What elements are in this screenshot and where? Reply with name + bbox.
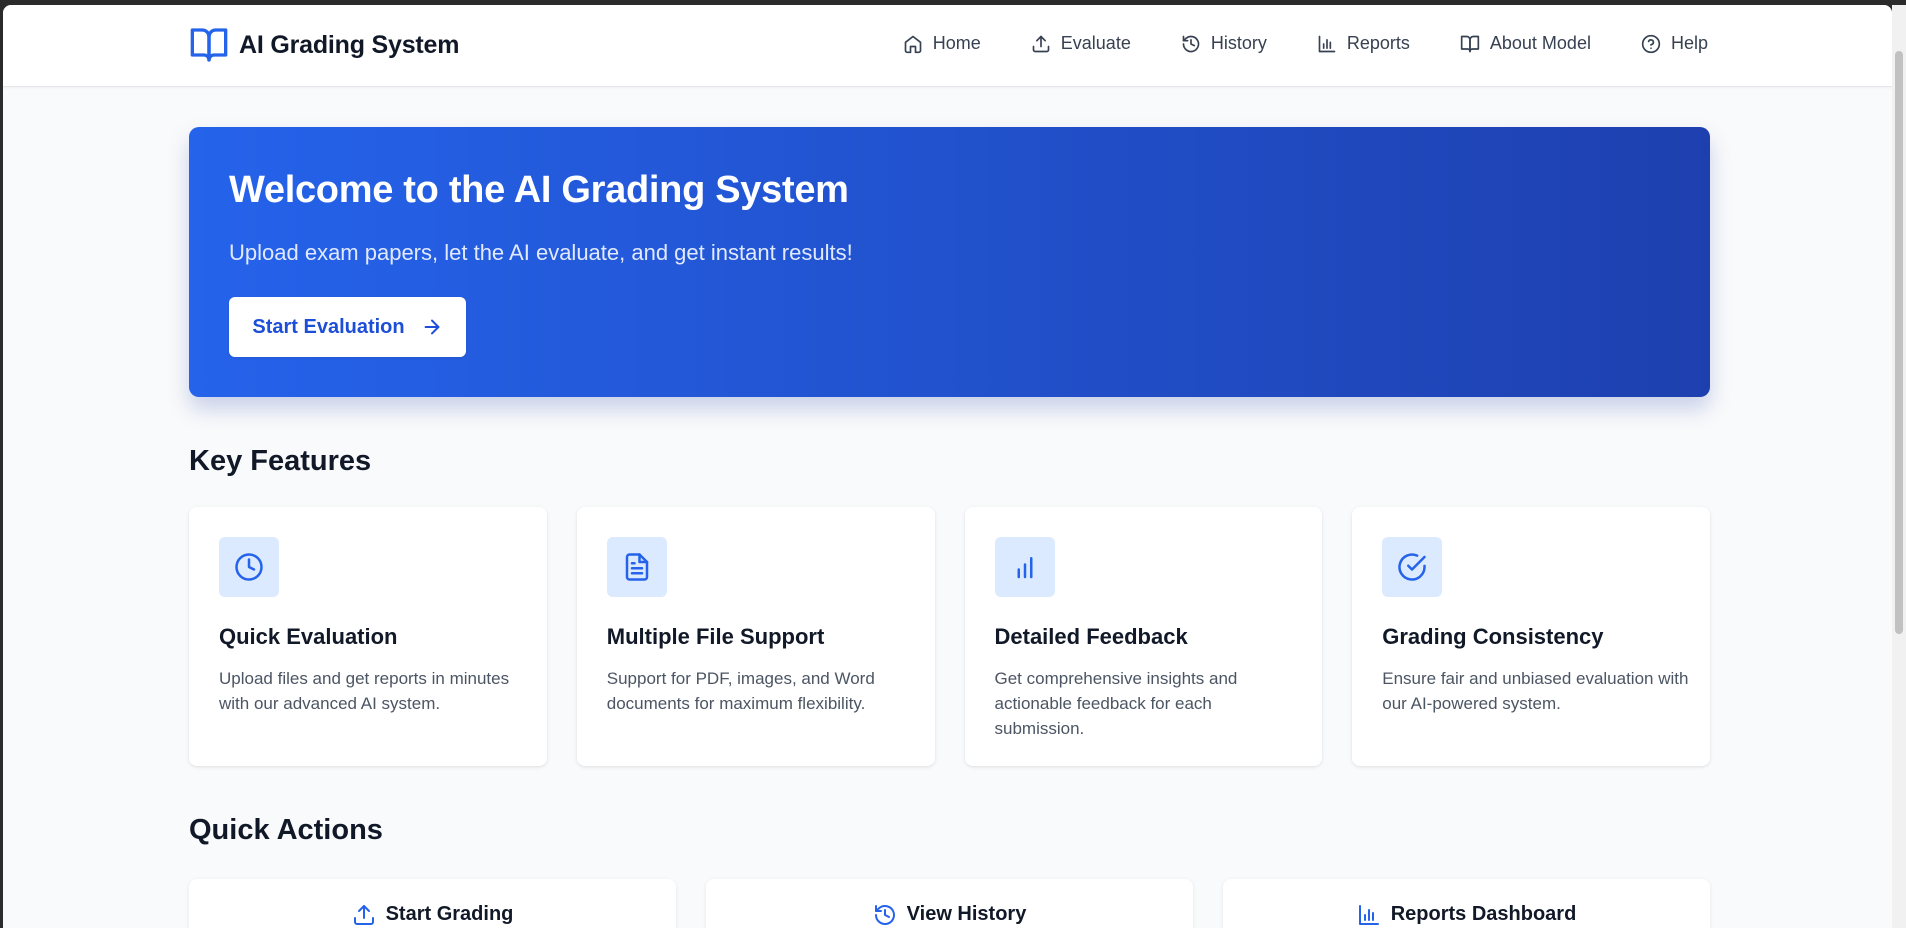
feature-icon-box [1382, 537, 1443, 597]
nav-label: Reports [1346, 33, 1410, 53]
browser-window: AI Grading System Home Evaluate History … [3, 5, 1892, 928]
scrollbar-thumb[interactable] [1895, 51, 1903, 634]
nav-item-home[interactable]: Home [903, 33, 981, 54]
main-nav: Home Evaluate History Reports About Mode… [903, 33, 1708, 54]
nav-label: Evaluate [1060, 33, 1131, 53]
brand[interactable]: AI Grading System [189, 25, 459, 65]
upload-icon [353, 905, 374, 925]
hero-title: Welcome to the AI Grading System [229, 169, 849, 211]
feature-card-multiple-file-support: Multiple File Support Support for PDF, i… [576, 507, 935, 766]
nav-item-help[interactable]: Help [1641, 33, 1708, 54]
feature-description: Support for PDF, images, and Word docume… [606, 669, 875, 713]
feature-card-detailed-feedback: Detailed Feedback Get comprehensive insi… [964, 507, 1323, 766]
feature-icon-box [606, 537, 667, 597]
quick-actions-title: Quick Actions [189, 814, 383, 846]
feature-description: Ensure fair and unbiased evaluation with… [1382, 669, 1689, 713]
start-evaluation-label: Start Evaluation [252, 315, 405, 338]
view-history-button[interactable]: View History [706, 879, 1193, 928]
home-icon [904, 35, 922, 53]
bar-chart-icon [1017, 557, 1032, 579]
file-text-icon [625, 553, 648, 581]
page-scrollbar[interactable] [1892, 5, 1906, 928]
reports-dashboard-button[interactable]: Reports Dashboard [1223, 879, 1710, 928]
feature-title: Detailed Feedback [994, 624, 1188, 649]
feature-description: Get comprehensive insights and actionabl… [994, 669, 1238, 738]
history-icon [1182, 35, 1200, 52]
bar-chart-icon [1318, 35, 1336, 52]
feature-card-quick-evaluation: Quick Evaluation Upload files and get re… [189, 507, 547, 766]
upload-icon [1032, 35, 1050, 52]
key-features-title: Key Features [189, 445, 372, 477]
help-circle-icon [1641, 34, 1661, 53]
hero-banner: Welcome to the AI Grading System Upload … [189, 127, 1710, 397]
feature-description: Upload files and get reports in minutes … [219, 669, 510, 713]
quick-actions-row: Start Grading View History Reports Dashb… [189, 879, 1710, 928]
nav-item-evaluate[interactable]: Evaluate [1031, 33, 1131, 54]
check-circle-icon [1398, 553, 1426, 581]
clock-icon [235, 553, 263, 581]
feature-card-grading-consistency: Grading Consistency Ensure fair and unbi… [1352, 507, 1710, 766]
hero-subtitle: Upload exam papers, let the AI evaluate,… [229, 240, 853, 265]
book-open-icon [1460, 35, 1480, 52]
nav-label: Home [932, 33, 981, 53]
nav-item-about-model[interactable]: About Model [1460, 33, 1591, 54]
features-grid: Quick Evaluation Upload files and get re… [189, 507, 1710, 766]
feature-title: Grading Consistency [1382, 624, 1604, 649]
feature-title: Quick Evaluation [219, 624, 398, 649]
nav-label: About Model [1489, 33, 1591, 53]
start-grading-button[interactable]: Start Grading [189, 879, 676, 928]
feature-icon-box [994, 537, 1055, 597]
bar-chart-icon [1358, 905, 1379, 925]
book-open-icon [190, 28, 228, 62]
feature-title: Multiple File Support [606, 624, 825, 649]
action-label: Start Grading [385, 903, 514, 925]
nav-item-reports[interactable]: Reports [1317, 33, 1410, 54]
start-evaluation-button[interactable]: Start Evaluation [229, 297, 466, 357]
brand-name: AI Grading System [239, 30, 460, 59]
feature-icon-box [219, 537, 279, 597]
action-label: View History [906, 903, 1027, 925]
nav-label: History [1210, 33, 1267, 53]
top-navbar: AI Grading System Home Evaluate History … [3, 5, 1892, 87]
action-label: Reports Dashboard [1390, 903, 1577, 925]
history-icon [874, 905, 895, 925]
nav-label: Help [1670, 33, 1708, 53]
nav-item-history[interactable]: History [1181, 33, 1267, 54]
arrow-right-icon [424, 319, 440, 335]
